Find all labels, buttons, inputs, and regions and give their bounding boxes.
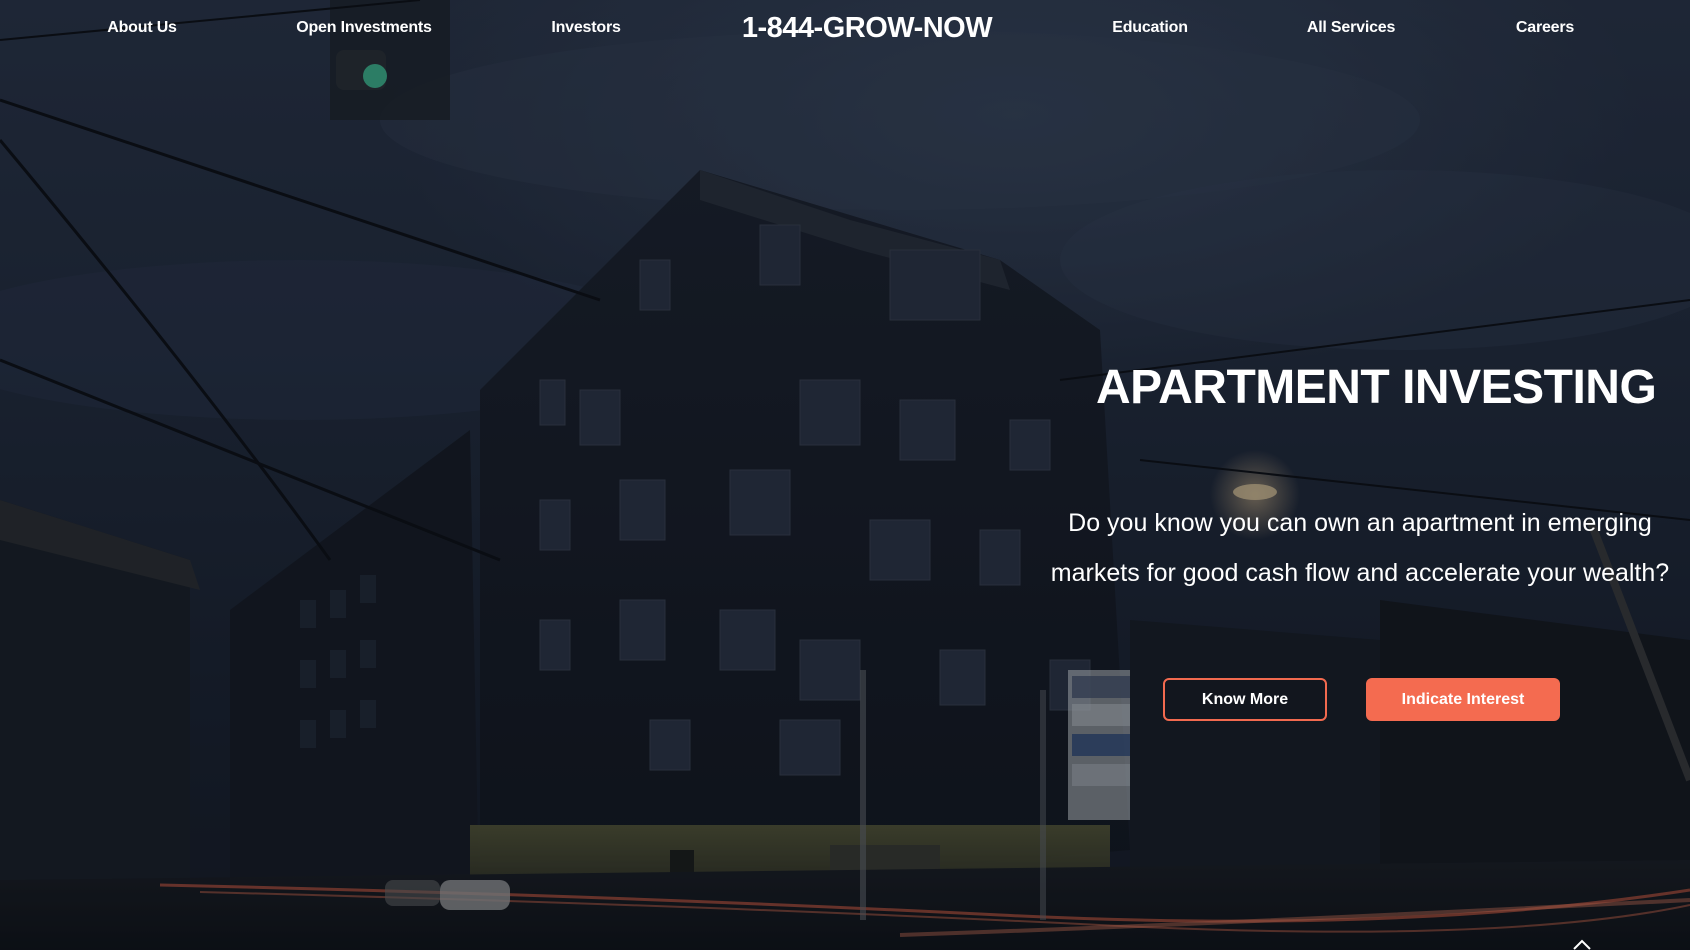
nav-education[interactable]: Education [1112, 19, 1188, 37]
hero-dark-overlay [0, 0, 1690, 950]
know-more-button[interactable]: Know More [1163, 678, 1327, 721]
nav-open-investments[interactable]: Open Investments [296, 19, 432, 37]
nav-investors[interactable]: Investors [551, 19, 621, 37]
hero-subtitle-line-2: markets for good cash flow and accelerat… [1050, 559, 1670, 587]
nav-about-us[interactable]: About Us [107, 19, 177, 37]
phone-number-link[interactable]: 1-844-GROW-NOW [742, 12, 993, 45]
nav-careers[interactable]: Careers [1516, 19, 1574, 37]
hero-title: APARTMENT INVESTING [1096, 361, 1657, 414]
hero-subtitle: Do you know you can own an apartment in … [1030, 498, 1690, 598]
top-nav: About Us Open Investments Investors 1-84… [0, 0, 1690, 58]
chevron-up-icon[interactable] [1572, 938, 1592, 950]
hero-subtitle-line-1: Do you know you can own an apartment in … [1068, 509, 1652, 537]
hero-section: About Us Open Investments Investors 1-84… [0, 0, 1690, 950]
indicate-interest-button[interactable]: Indicate Interest [1366, 678, 1560, 721]
nav-all-services[interactable]: All Services [1307, 19, 1396, 37]
